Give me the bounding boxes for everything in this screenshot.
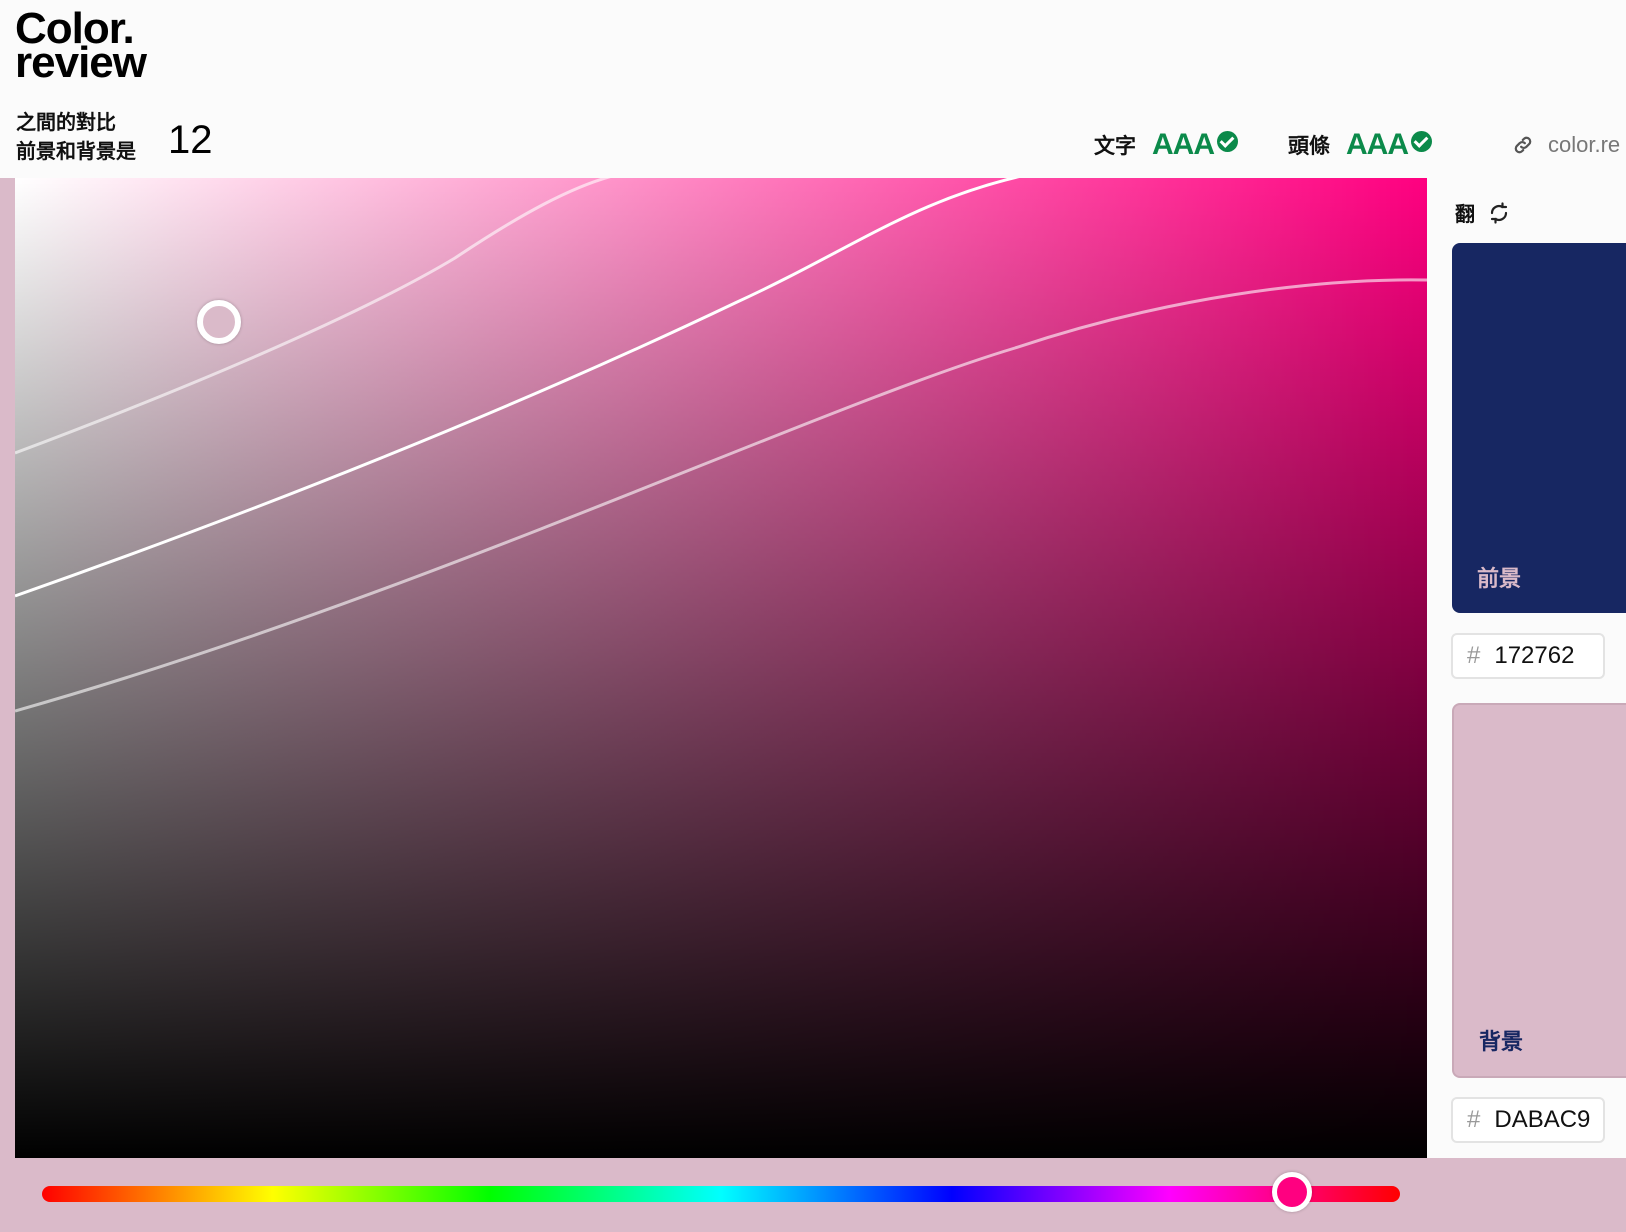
hue-slider[interactable] [42,1186,1400,1202]
background-swatch[interactable]: 背景 [1452,703,1626,1078]
foreground-hex-input[interactable]: # 172762 [1451,633,1605,679]
text-rating: 文字 AAA [1094,128,1238,162]
heading-rating-label: 頭條 [1288,134,1330,158]
text-rating-label: 文字 [1094,134,1136,158]
foreground-swatch[interactable]: 前景 [1452,243,1626,613]
background-hex-value: DABAC9 [1494,1106,1591,1133]
contrast-label-line2: 前景和背景是 [16,139,136,163]
text-rating-level: AAA [1152,128,1215,161]
logo[interactable]: Color. review [15,7,147,87]
logo-line2: review [15,38,147,87]
share-link-text: color.re [1548,132,1621,157]
background-label: 背景 [1479,1030,1524,1055]
contrast-label-line1: 之間的對比 [16,110,116,134]
contrast-curve-upper [15,178,611,455]
contrast-curve-middle [15,178,1020,598]
heading-rating-level: AAA [1346,128,1409,161]
check-circle-icon [1217,130,1238,152]
link-icon [1514,136,1532,154]
refresh-icon [1490,201,1508,224]
flip-colors-button[interactable]: 翻 [1455,198,1511,227]
hue-slider-handle[interactable] [1272,1172,1312,1212]
contrast-ratio-value: 12 [168,118,213,162]
contrast-label: 之間的對比 前景和背景是 [16,108,136,166]
hash-symbol: # [1467,1106,1481,1133]
contrast-curve-lower [15,278,1427,713]
background-hex-input[interactable]: # DABAC9 [1451,1097,1605,1143]
foreground-label: 前景 [1477,567,1522,592]
hash-symbol: # [1467,642,1481,669]
top-header: Color. review 之間的對比 前景和背景是 12 文字 AAA 頭條 … [0,0,1626,178]
share-link[interactable]: color.re [1512,132,1620,158]
color-picker-handle[interactable] [197,300,241,344]
foreground-hex-value: 172762 [1494,642,1575,669]
heading-rating: 頭條 AAA [1288,128,1432,162]
saturation-brightness-picker[interactable] [15,178,1427,1158]
flip-label: 翻 [1455,202,1475,226]
check-circle-icon [1411,130,1432,152]
